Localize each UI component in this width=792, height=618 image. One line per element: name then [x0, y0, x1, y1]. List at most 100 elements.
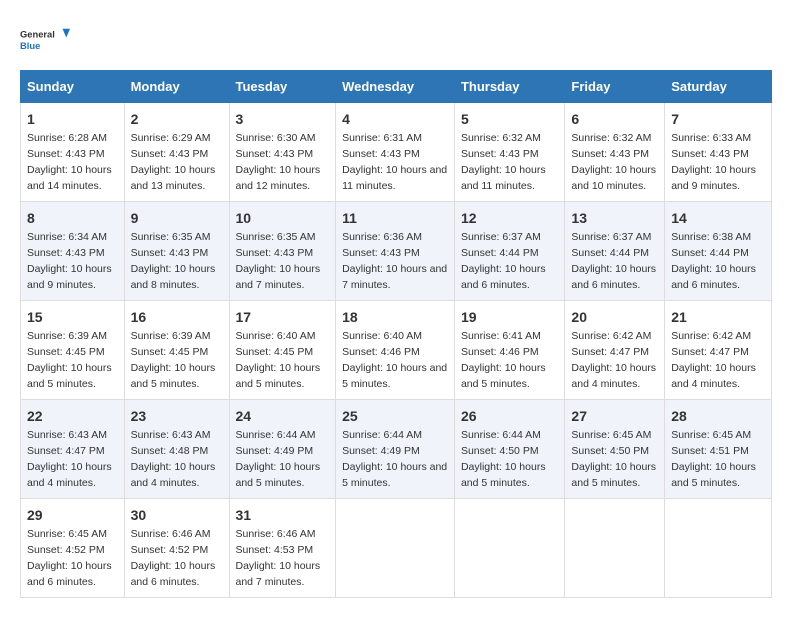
day-number: 13 [571, 208, 658, 228]
calendar-cell: 11 Sunrise: 6:36 AMSunset: 4:43 PMDayligh… [336, 202, 455, 301]
day-number: 29 [27, 505, 118, 525]
cell-content: Sunrise: 6:46 AMSunset: 4:52 PMDaylight:… [131, 528, 216, 588]
cell-content: Sunrise: 6:38 AMSunset: 4:44 PMDaylight:… [671, 231, 756, 291]
calendar-day-header: Wednesday [336, 71, 455, 103]
cell-content: Sunrise: 6:33 AMSunset: 4:43 PMDaylight:… [671, 132, 756, 192]
cell-content: Sunrise: 6:35 AMSunset: 4:43 PMDaylight:… [236, 231, 321, 291]
day-number: 11 [342, 208, 448, 228]
cell-content: Sunrise: 6:41 AMSunset: 4:46 PMDaylight:… [461, 330, 546, 390]
cell-content: Sunrise: 6:37 AMSunset: 4:44 PMDaylight:… [461, 231, 546, 291]
day-number: 25 [342, 406, 448, 426]
calendar-cell: 6 Sunrise: 6:32 AMSunset: 4:43 PMDaylight… [565, 103, 665, 202]
calendar-cell: 20 Sunrise: 6:42 AMSunset: 4:47 PMDayligh… [565, 301, 665, 400]
calendar-cell: 2Sunrise: 6:29 AMSunset: 4:43 PMDaylight… [124, 103, 229, 202]
day-number: 6 [571, 109, 658, 129]
day-number: 3 [236, 109, 330, 129]
cell-content: Sunrise: 6:44 AMSunset: 4:49 PMDaylight:… [342, 429, 447, 489]
calendar-cell: 9 Sunrise: 6:35 AMSunset: 4:43 PMDaylight… [124, 202, 229, 301]
cell-content: Sunrise: 6:43 AMSunset: 4:47 PMDaylight:… [27, 429, 112, 489]
cell-content: Sunrise: 6:42 AMSunset: 4:47 PMDaylight:… [571, 330, 656, 390]
day-number: 30 [131, 505, 223, 525]
cell-content: Sunrise: 6:34 AMSunset: 4:43 PMDaylight:… [27, 231, 112, 291]
cell-content: Sunrise: 6:39 AMSunset: 4:45 PMDaylight:… [27, 330, 112, 390]
calendar-week-row: 1Sunrise: 6:28 AMSunset: 4:43 PMDaylight… [21, 103, 772, 202]
calendar-cell: 14 Sunrise: 6:38 AMSunset: 4:44 PMDayligh… [665, 202, 772, 301]
day-number: 9 [131, 208, 223, 228]
cell-content: Sunrise: 6:32 AMSunset: 4:43 PMDaylight:… [571, 132, 656, 192]
calendar-cell: 12 Sunrise: 6:37 AMSunset: 4:44 PMDayligh… [454, 202, 564, 301]
day-number: 12 [461, 208, 558, 228]
calendar-cell: 27Sunrise: 6:45 AMSunset: 4:50 PMDayligh… [565, 400, 665, 499]
cell-content: Sunrise: 6:45 AMSunset: 4:50 PMDaylight:… [571, 429, 656, 489]
day-number: 16 [131, 307, 223, 327]
calendar-cell: 16 Sunrise: 6:39 AMSunset: 4:45 PMDayligh… [124, 301, 229, 400]
cell-content: Sunrise: 6:44 AMSunset: 4:50 PMDaylight:… [461, 429, 546, 489]
cell-content: Sunrise: 6:39 AMSunset: 4:45 PMDaylight:… [131, 330, 216, 390]
calendar-table: SundayMondayTuesdayWednesdayThursdayFrid… [20, 70, 772, 598]
calendar-cell: 29 Sunrise: 6:45 AMSunset: 4:52 PMDayligh… [21, 499, 125, 598]
cell-content: Sunrise: 6:45 AMSunset: 4:52 PMDaylight:… [27, 528, 112, 588]
day-number: 10 [236, 208, 330, 228]
calendar-cell: 19 Sunrise: 6:41 AMSunset: 4:46 PMDayligh… [454, 301, 564, 400]
logo: General Blue [20, 20, 70, 60]
calendar-cell: 18 Sunrise: 6:40 AMSunset: 4:46 PMDayligh… [336, 301, 455, 400]
day-number: 18 [342, 307, 448, 327]
calendar-cell: 13 Sunrise: 6:37 AMSunset: 4:44 PMDayligh… [565, 202, 665, 301]
cell-content: Sunrise: 6:44 AMSunset: 4:49 PMDaylight:… [236, 429, 321, 489]
day-number: 23 [131, 406, 223, 426]
day-number: 20 [571, 307, 658, 327]
cell-content: Sunrise: 6:45 AMSunset: 4:51 PMDaylight:… [671, 429, 756, 489]
day-number: 7 [671, 109, 765, 129]
day-number: 21 [671, 307, 765, 327]
calendar-cell: 30 Sunrise: 6:46 AMSunset: 4:52 PMDayligh… [124, 499, 229, 598]
calendar-day-header: Friday [565, 71, 665, 103]
day-number: 24 [236, 406, 330, 426]
calendar-cell: 17Sunrise: 6:40 AMSunset: 4:45 PMDayligh… [229, 301, 336, 400]
calendar-cell: 22Sunrise: 6:43 AMSunset: 4:47 PMDayligh… [21, 400, 125, 499]
calendar-week-row: 8 Sunrise: 6:34 AMSunset: 4:43 PMDaylight… [21, 202, 772, 301]
calendar-day-header: Thursday [454, 71, 564, 103]
cell-content: Sunrise: 6:35 AMSunset: 4:43 PMDaylight:… [131, 231, 216, 291]
calendar-cell: 5Sunrise: 6:32 AMSunset: 4:43 PMDaylight… [454, 103, 564, 202]
logo-svg: General Blue [20, 20, 70, 60]
calendar-cell: 3 Sunrise: 6:30 AMSunset: 4:43 PMDaylight… [229, 103, 336, 202]
calendar-header-row: SundayMondayTuesdayWednesdayThursdayFrid… [21, 71, 772, 103]
day-number: 31 [236, 505, 330, 525]
svg-text:General: General [20, 30, 55, 40]
calendar-day-header: Saturday [665, 71, 772, 103]
day-number: 15 [27, 307, 118, 327]
calendar-day-header: Sunday [21, 71, 125, 103]
calendar-week-row: 29 Sunrise: 6:45 AMSunset: 4:52 PMDayligh… [21, 499, 772, 598]
day-number: 28 [671, 406, 765, 426]
cell-content: Sunrise: 6:40 AMSunset: 4:45 PMDaylight:… [236, 330, 321, 390]
calendar-week-row: 22Sunrise: 6:43 AMSunset: 4:47 PMDayligh… [21, 400, 772, 499]
calendar-cell: 1Sunrise: 6:28 AMSunset: 4:43 PMDaylight… [21, 103, 125, 202]
cell-content: Sunrise: 6:31 AMSunset: 4:43 PMDaylight:… [342, 132, 447, 192]
calendar-cell: 8 Sunrise: 6:34 AMSunset: 4:43 PMDaylight… [21, 202, 125, 301]
cell-content: Sunrise: 6:30 AMSunset: 4:43 PMDaylight:… [236, 132, 321, 192]
calendar-cell: 4Sunrise: 6:31 AMSunset: 4:43 PMDaylight… [336, 103, 455, 202]
day-number: 8 [27, 208, 118, 228]
cell-content: Sunrise: 6:37 AMSunset: 4:44 PMDaylight:… [571, 231, 656, 291]
calendar-cell: 23Sunrise: 6:43 AMSunset: 4:48 PMDayligh… [124, 400, 229, 499]
calendar-cell: 24 Sunrise: 6:44 AMSunset: 4:49 PMDayligh… [229, 400, 336, 499]
calendar-cell: 26Sunrise: 6:44 AMSunset: 4:50 PMDayligh… [454, 400, 564, 499]
day-number: 1 [27, 109, 118, 129]
cell-content: Sunrise: 6:32 AMSunset: 4:43 PMDaylight:… [461, 132, 546, 192]
cell-content: Sunrise: 6:42 AMSunset: 4:47 PMDaylight:… [671, 330, 756, 390]
day-number: 14 [671, 208, 765, 228]
calendar-cell [565, 499, 665, 598]
svg-text:Blue: Blue [20, 41, 40, 51]
calendar-day-header: Monday [124, 71, 229, 103]
cell-content: Sunrise: 6:36 AMSunset: 4:43 PMDaylight:… [342, 231, 447, 291]
calendar-day-header: Tuesday [229, 71, 336, 103]
day-number: 19 [461, 307, 558, 327]
calendar-cell: 15 Sunrise: 6:39 AMSunset: 4:45 PMDayligh… [21, 301, 125, 400]
calendar-cell [336, 499, 455, 598]
calendar-cell: 21 Sunrise: 6:42 AMSunset: 4:47 PMDayligh… [665, 301, 772, 400]
calendar-cell: 28 Sunrise: 6:45 AMSunset: 4:51 PMDayligh… [665, 400, 772, 499]
cell-content: Sunrise: 6:29 AMSunset: 4:43 PMDaylight:… [131, 132, 216, 192]
cell-content: Sunrise: 6:40 AMSunset: 4:46 PMDaylight:… [342, 330, 447, 390]
calendar-cell: 7 Sunrise: 6:33 AMSunset: 4:43 PMDaylight… [665, 103, 772, 202]
calendar-week-row: 15 Sunrise: 6:39 AMSunset: 4:45 PMDayligh… [21, 301, 772, 400]
